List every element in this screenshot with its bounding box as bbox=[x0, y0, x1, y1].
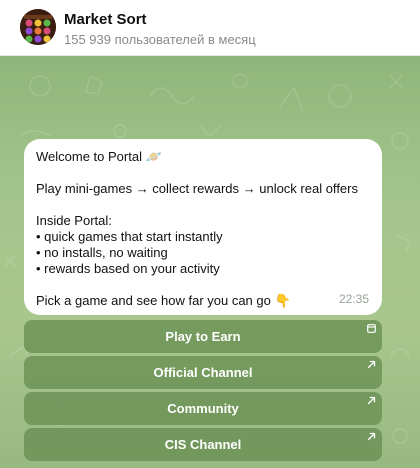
play-to-earn-button[interactable]: Play to Earn bbox=[24, 320, 382, 353]
community-button[interactable]: Community bbox=[24, 392, 382, 425]
official-channel-button[interactable]: Official Channel bbox=[24, 356, 382, 389]
chat-subtitle: 155 939 пользователей в месяц bbox=[64, 32, 256, 47]
web-app-icon bbox=[367, 324, 376, 333]
message-timestamp: 22:35 bbox=[338, 292, 369, 306]
button-label: CIS Channel bbox=[164, 437, 242, 452]
external-link-icon bbox=[367, 432, 376, 441]
message-line: Welcome to Portal 🪐 bbox=[36, 149, 162, 164]
message-line: • rewards based on your activity bbox=[36, 261, 220, 276]
external-link-icon bbox=[367, 360, 376, 369]
button-label: Play to Earn bbox=[165, 329, 241, 344]
chat-header: Market Sort 155 939 пользователей в меся… bbox=[0, 0, 420, 56]
message-line: Inside Portal: bbox=[36, 213, 112, 228]
message-line-break bbox=[36, 197, 370, 213]
message-line-break bbox=[36, 165, 370, 181]
external-link-icon bbox=[367, 396, 376, 405]
message-bubble: Welcome to Portal 🪐 Play mini-games → co… bbox=[24, 139, 382, 315]
button-label: Official Channel bbox=[153, 365, 253, 380]
cis-channel-button[interactable]: CIS Channel bbox=[24, 428, 382, 461]
chat-area: Welcome to Portal 🪐 Play mini-games → co… bbox=[0, 56, 420, 468]
avatar[interactable] bbox=[20, 9, 56, 45]
button-label: Community bbox=[167, 401, 239, 416]
chat-title[interactable]: Market Sort bbox=[64, 11, 147, 28]
message-line-break bbox=[36, 277, 370, 293]
message-line: Play mini-games → collect rewards → unlo… bbox=[36, 181, 358, 196]
message-line: • quick games that start instantly bbox=[36, 229, 223, 244]
message-line: Pick a game and see how far you can go 👇 bbox=[36, 293, 291, 308]
message-line: • no installs, no waiting bbox=[36, 245, 168, 260]
